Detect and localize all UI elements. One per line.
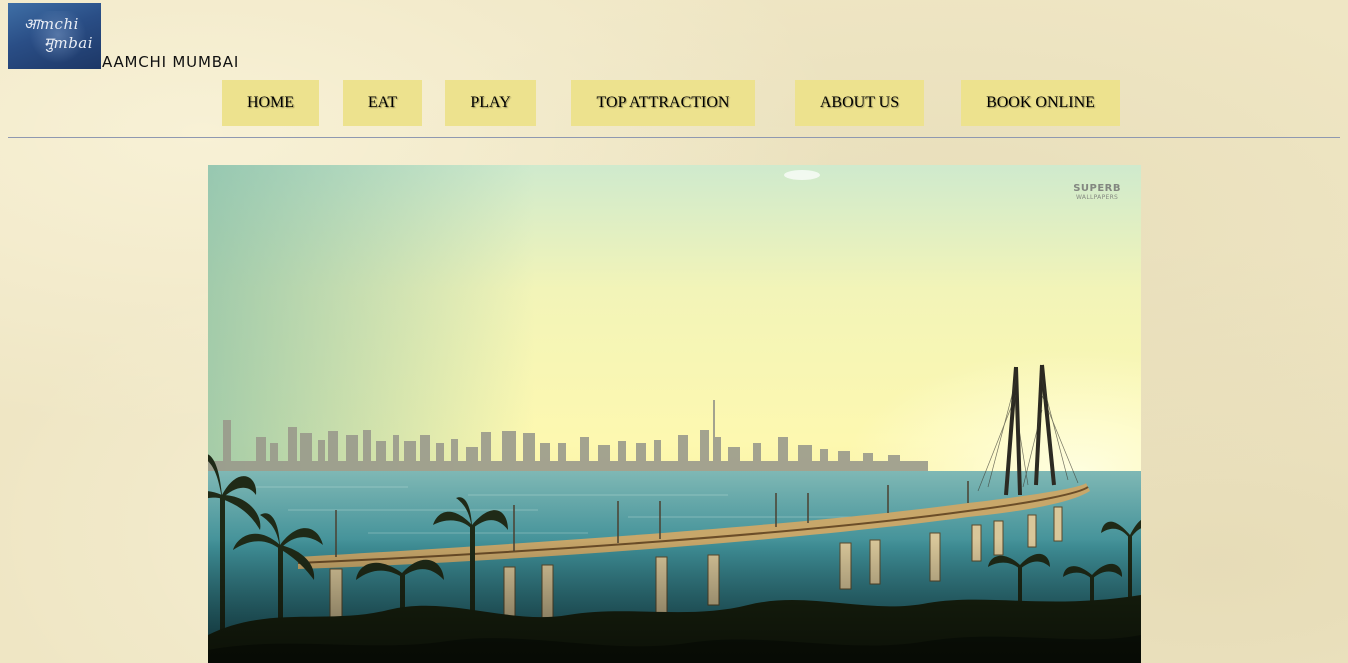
nav-book-online-button[interactable]: BOOK ONLINE — [961, 80, 1120, 126]
nav-play-button[interactable]: PLAY — [445, 80, 536, 126]
logo-text: आmchi मुmbai — [8, 3, 101, 69]
nav-eat-button[interactable]: EAT — [343, 80, 422, 126]
main-nav: HOME EAT PLAY TOP ATTRACTION ABOUT US BO… — [0, 80, 1348, 126]
logo-line-2: मुmbai — [44, 34, 94, 52]
wallpaper-watermark: SUPERB WALLPAPERS — [1073, 183, 1121, 201]
nav-top-attraction-button[interactable]: TOP ATTRACTION — [571, 80, 755, 126]
header-divider — [8, 137, 1340, 138]
site-title: AAMCHI MUMBAI — [102, 53, 240, 71]
hero-image: SUPERB WALLPAPERS — [208, 165, 1141, 663]
nav-home-button[interactable]: HOME — [222, 80, 319, 126]
site-logo[interactable]: आmchi मुmbai — [8, 3, 101, 69]
logo-line-1: आmchi — [24, 15, 79, 33]
nav-about-us-button[interactable]: ABOUT US — [795, 80, 924, 126]
mumbai-skyline-photo — [208, 165, 1141, 663]
